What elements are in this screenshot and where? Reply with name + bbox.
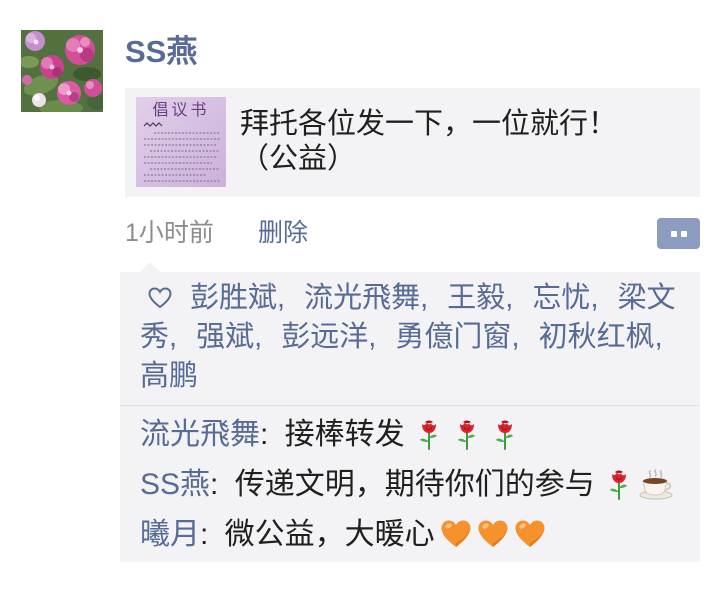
comment-row[interactable]: 曦月: 微公益，大暖心: [140, 510, 690, 560]
like-name[interactable]: 高鹏: [140, 360, 198, 392]
comment-row[interactable]: SS燕: 传递文明，期待你们的参与: [140, 460, 690, 510]
like-name[interactable]: 初秋红枫: [539, 321, 655, 353]
likes-comments-panel: 彭胜斌, 流光飛舞, 王毅, 忘忧, 梁文秀, 强斌, 彭远洋, 勇億门窗, 初…: [120, 262, 700, 562]
orange-heart-icon: [515, 520, 545, 548]
rose-icon: [609, 470, 627, 501]
delete-button[interactable]: 删除: [258, 216, 308, 250]
hot-beverage-icon: [639, 469, 673, 500]
likes-list: 彭胜斌, 流光飛舞, 王毅, 忘忧, 梁文秀, 强斌, 彭远洋, 勇億门窗, 初…: [120, 272, 700, 406]
rose-icon: [495, 420, 513, 451]
like-name[interactable]: 忘忧: [532, 282, 590, 314]
comment-button-dot: [671, 231, 677, 237]
post-author-name[interactable]: SS燕: [125, 30, 197, 74]
like-separator: ,: [511, 321, 528, 353]
comment-text: 微公益，大暖心: [224, 518, 435, 551]
like-separator: ,: [420, 282, 437, 314]
orange-heart-icon: [441, 520, 471, 548]
avatar[interactable]: [21, 30, 103, 112]
link-title-line: 拜托各位发一下，一位就行！: [240, 108, 618, 140]
like-name[interactable]: 勇億门窗: [395, 321, 511, 353]
heart-outline-icon: [148, 287, 172, 309]
comment-text: 接棒转发: [284, 418, 405, 451]
comment-separator: :: [210, 468, 227, 501]
like-name[interactable]: 强斌: [196, 321, 254, 353]
like-name[interactable]: 流光飛舞: [304, 282, 420, 314]
like-separator: ,: [590, 282, 607, 314]
panel-pointer: [140, 262, 160, 272]
comment-dots-icon[interactable]: [657, 218, 700, 249]
comment-author[interactable]: 流光飛舞: [140, 418, 260, 451]
comment-author[interactable]: SS燕: [140, 468, 210, 501]
post-timestamp: 1小时前: [125, 219, 214, 247]
orange-heart-icon: [478, 520, 508, 548]
like-name[interactable]: 王毅: [447, 282, 505, 314]
link-title-line: （公益）: [240, 143, 357, 175]
link-thumbnail: 倡议书: [136, 97, 226, 187]
like-name[interactable]: 彭胜斌: [190, 282, 277, 314]
comments-list: 流光飛舞: 接棒转发 SS燕: 传递文明，期待你们的参与 曦月: 微公益，大暖心: [120, 406, 700, 562]
like-separator: ,: [169, 321, 186, 353]
rose-icon: [419, 420, 437, 451]
like-separator: ,: [254, 321, 271, 353]
comment-button-dot: [681, 231, 687, 237]
comment-text: 传递文明，期待你们的参与: [234, 468, 595, 501]
comment-separator: :: [200, 518, 217, 551]
like-separator: ,: [368, 321, 385, 353]
link-title: 拜托各位发一下，一位就行！ （公益）: [240, 107, 617, 177]
rose-icon: [457, 420, 475, 451]
comment-row[interactable]: 流光飛舞: 接棒转发: [140, 410, 690, 460]
comment-separator: :: [260, 418, 277, 451]
like-separator: ,: [654, 321, 663, 353]
like-name[interactable]: 彭远洋: [281, 321, 368, 353]
like-separator: ,: [505, 282, 522, 314]
comment-author[interactable]: 曦月: [140, 518, 200, 551]
shared-link-card[interactable]: 倡议书 拜托各位发一下，一位就行！ （公益）: [125, 88, 700, 197]
like-separator: ,: [277, 282, 294, 314]
flower-photo: [21, 30, 103, 112]
moment-post: SS燕 倡议书 拜托各位发一下，一位就行！ （公益） 1小时前 删除 彭胜斌, …: [0, 0, 720, 593]
post-meta-row: 1小时前 删除: [125, 216, 565, 250]
thumbnail-title: 倡议书: [152, 100, 210, 119]
